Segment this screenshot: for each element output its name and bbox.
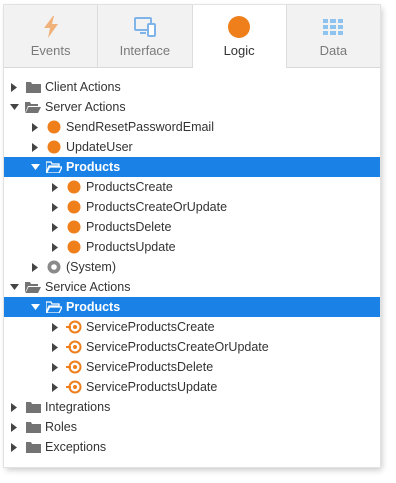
tree-item-products-delete[interactable]: ProductsDelete xyxy=(4,217,380,237)
tree-item-label: Client Actions xyxy=(45,80,121,94)
logic-panel: Events Interface Logic Data Client Actio… xyxy=(4,5,380,467)
expand-arrow-icon[interactable] xyxy=(9,82,19,92)
expand-arrow-icon[interactable] xyxy=(50,382,60,392)
collapse-arrow-icon[interactable] xyxy=(9,282,19,292)
tree-item-label: ServiceProductsDelete xyxy=(86,360,214,374)
tree-item-label: Integrations xyxy=(45,400,111,414)
tree-item-send-reset-password-email[interactable]: SendResetPasswordEmail xyxy=(4,117,380,137)
logic-tree: Client Actions Server Actions SendResetP… xyxy=(4,68,380,457)
collapse-arrow-icon[interactable] xyxy=(30,162,40,172)
tab-label: Logic xyxy=(223,43,255,58)
tree-item-label: SendResetPasswordEmail xyxy=(66,120,214,134)
expand-arrow-icon[interactable] xyxy=(9,422,19,432)
logic-circle-icon xyxy=(227,15,251,39)
tree-item-products-create[interactable]: ProductsCreate xyxy=(4,177,380,197)
tree-item-label: (System) xyxy=(66,260,116,274)
folder-icon xyxy=(25,79,41,95)
folder-icon xyxy=(25,399,41,415)
tree-item-label: UpdateUser xyxy=(66,140,133,154)
tree-item-system[interactable]: (System) xyxy=(4,257,380,277)
tree-item-label: Server Actions xyxy=(45,100,126,114)
lightning-icon xyxy=(39,15,63,39)
monitor-icon xyxy=(133,15,157,39)
tree-item-label: Exceptions xyxy=(45,440,107,454)
tree-item-roles[interactable]: Roles xyxy=(4,417,380,437)
expand-arrow-icon[interactable] xyxy=(50,222,60,232)
tree-item-label: ServiceProductsCreate xyxy=(86,320,215,334)
expand-arrow-icon[interactable] xyxy=(50,342,60,352)
tree-item-label: ProductsUpdate xyxy=(86,240,176,254)
tab-bar: Events Interface Logic Data xyxy=(4,5,380,68)
tab-interface[interactable]: Interface xyxy=(98,5,193,67)
tree-item-service-products-delete[interactable]: ServiceProductsDelete xyxy=(4,357,380,377)
tree-item-label: ServiceProductsUpdate xyxy=(86,380,218,394)
expand-arrow-icon[interactable] xyxy=(50,182,60,192)
tree-item-products-update[interactable]: ProductsUpdate xyxy=(4,237,380,257)
collapse-arrow-icon[interactable] xyxy=(9,102,19,112)
grid-table-icon xyxy=(321,15,345,39)
folder-open-icon xyxy=(25,279,41,295)
tree-item-products-folder[interactable]: Products xyxy=(4,157,380,177)
expand-arrow-icon[interactable] xyxy=(30,122,40,132)
tree-item-label: ServiceProductsCreateOrUpdate xyxy=(86,340,269,354)
folder-open-icon xyxy=(46,299,62,315)
tree-item-service-products-update[interactable]: ServiceProductsUpdate xyxy=(4,377,380,397)
tree-item-label: Roles xyxy=(45,420,77,434)
tab-events[interactable]: Events xyxy=(4,5,99,67)
tree-item-label: Products xyxy=(66,160,121,174)
folder-icon xyxy=(25,419,41,435)
tree-item-exceptions[interactable]: Exceptions xyxy=(4,437,380,457)
action-circle-icon xyxy=(66,179,82,195)
tree-item-integrations[interactable]: Integrations xyxy=(4,397,380,417)
action-circle-icon xyxy=(46,139,62,155)
service-action-icon xyxy=(66,379,82,395)
service-action-icon xyxy=(66,319,82,335)
expand-arrow-icon[interactable] xyxy=(50,362,60,372)
expand-arrow-icon[interactable] xyxy=(30,142,40,152)
tree-item-service-products-folder[interactable]: Products xyxy=(4,297,380,317)
tree-item-server-actions[interactable]: Server Actions xyxy=(4,97,380,117)
expand-arrow-icon[interactable] xyxy=(9,442,19,452)
tree-item-update-user[interactable]: UpdateUser xyxy=(4,137,380,157)
tree-item-label: ProductsCreateOrUpdate xyxy=(86,200,228,214)
tree-item-label: ProductsDelete xyxy=(86,220,172,234)
service-action-icon xyxy=(66,339,82,355)
expand-arrow-icon[interactable] xyxy=(50,242,60,252)
tab-logic[interactable]: Logic xyxy=(192,5,287,68)
collapse-arrow-icon[interactable] xyxy=(30,302,40,312)
action-circle-icon xyxy=(66,219,82,235)
tree-item-service-actions[interactable]: Service Actions xyxy=(4,277,380,297)
action-circle-icon xyxy=(46,119,62,135)
tree-item-client-actions[interactable]: Client Actions xyxy=(4,77,380,97)
tab-label: Events xyxy=(30,43,71,58)
action-circle-icon xyxy=(66,199,82,215)
expand-arrow-icon[interactable] xyxy=(50,202,60,212)
tree-item-service-products-create-or-update[interactable]: ServiceProductsCreateOrUpdate xyxy=(4,337,380,357)
action-circle-icon xyxy=(66,239,82,255)
tree-item-label: ProductsCreate xyxy=(86,180,173,194)
tree-item-service-products-create[interactable]: ServiceProductsCreate xyxy=(4,317,380,337)
folder-open-icon xyxy=(46,159,62,175)
folder-open-icon xyxy=(25,99,41,115)
tree-item-label: Products xyxy=(66,300,121,314)
tab-data[interactable]: Data xyxy=(287,5,380,67)
service-action-icon xyxy=(66,359,82,375)
tree-item-label: Service Actions xyxy=(45,280,131,294)
folder-icon xyxy=(25,439,41,455)
expand-arrow-icon[interactable] xyxy=(9,402,19,412)
system-module-icon xyxy=(46,259,62,275)
tab-label: Interface xyxy=(119,43,171,58)
expand-arrow-icon[interactable] xyxy=(50,322,60,332)
expand-arrow-icon[interactable] xyxy=(30,262,40,272)
tree-item-products-create-or-update[interactable]: ProductsCreateOrUpdate xyxy=(4,197,380,217)
tab-label: Data xyxy=(319,43,348,58)
